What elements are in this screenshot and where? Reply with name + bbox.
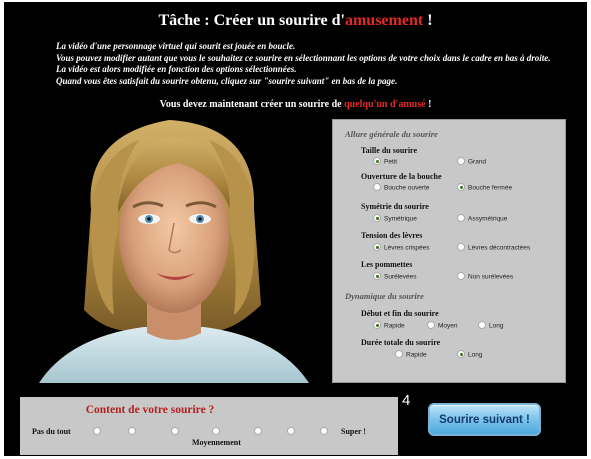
group-debut-fin: Début et fin du sourire [361,309,439,318]
group-pommettes: Les pommettes [361,260,413,269]
option-surelevees[interactable]: Surélevées [373,272,417,281]
radio-button[interactable] [373,321,381,329]
prompt-prefix: Vous devez maintenant créer un sourire d… [159,99,345,110]
rating-point-5[interactable] [254,427,262,435]
smile-options-panel: Allure générale du sourire Taille du sou… [332,119,566,383]
radio-button[interactable] [373,272,381,280]
radio-button[interactable] [373,157,381,165]
rating-low-label: Pas du tout [32,427,71,436]
option-duree-long[interactable]: Long [457,350,483,359]
option-label: Long [468,351,483,359]
radio-button[interactable] [427,321,435,329]
right-pupil [198,217,202,221]
option-debut-long[interactable]: Long [478,321,504,330]
rating-mid-label: Moyennement [192,438,241,447]
option-debut-moyen[interactable]: Moyen [427,321,458,330]
page-title: Tâche : Créer un sourire d'amusement ! [4,12,587,30]
instruction-line: La vidéo est alors modifiée en fonction … [56,64,297,74]
page-number: 4 [402,392,411,409]
satisfaction-rating: Content de votre sourire ? Pas du tout S… [20,397,398,455]
option-label: Non surélevées [468,273,514,281]
option-bouche-fermee[interactable]: Bouche fermée [457,183,513,192]
rating-question: Content de votre sourire ? [85,404,215,416]
option-debut-rapide[interactable]: Rapide [373,321,405,330]
title-prefix: Tâche : Créer un sourire d' [158,12,345,29]
rating-point-3[interactable] [171,427,179,435]
left-pupil [147,217,151,221]
option-levres-decontractees[interactable]: Lèvres décontractées [457,243,531,252]
rating-point-2[interactable] [128,427,136,435]
group-duree: Durée totale du sourire [361,338,441,347]
option-petit[interactable]: Petit [373,157,398,166]
group-tension: Tension des lèvres [361,231,423,240]
option-assymetrique[interactable]: Assymétrique [457,214,508,223]
radio-button[interactable] [457,214,465,222]
option-label: Rapide [406,351,427,359]
radio-button[interactable] [457,183,465,191]
rating-high-label: Super ! [341,427,366,436]
instructions: La vidéo d'une personnage virtuel qui so… [56,41,586,87]
task-prompt: Vous devez maintenant créer un sourire d… [4,99,587,110]
instruction-line: La vidéo d'une personnage virtuel qui so… [56,41,296,51]
radio-button[interactable] [457,350,465,358]
radio-button[interactable] [457,243,465,251]
radio-button[interactable] [457,272,465,280]
radio-button[interactable] [373,243,381,251]
prompt-suffix: ! [425,99,432,110]
option-label: Petit [384,158,398,166]
task-stage: Tâche : Créer un sourire d'amusement ! L… [4,2,587,456]
instruction-line: Quand vous êtes satisfait du sourire obt… [56,75,398,86]
option-label: Lèvres décontractées [468,244,531,252]
option-label: Symétrique [384,215,417,223]
option-label: Bouche fermée [468,184,513,192]
option-label: Lèvres crispées [384,244,430,252]
option-non-surelevees[interactable]: Non surélevées [457,272,514,281]
radio-button[interactable] [395,350,403,358]
section-dynamique: Dynamique du sourire [345,291,424,301]
rating-point-6[interactable] [287,427,295,435]
title-suffix: ! [423,12,433,29]
option-duree-rapide[interactable]: Rapide [395,350,427,359]
rating-point-1[interactable] [93,427,101,435]
option-label: Moyen [438,322,458,330]
rating-point-7[interactable] [320,427,328,435]
title-highlight: amusement [344,12,424,29]
option-label: Grand [468,158,487,166]
virtual-character-video [39,120,309,383]
radio-button[interactable] [478,321,486,329]
radio-button[interactable] [457,157,465,165]
option-label: Bouche ouverte [384,184,430,192]
option-label: Long [489,322,504,330]
option-grand[interactable]: Grand [457,157,487,166]
group-symetrie: Symétrie du sourire [361,202,429,211]
group-taille: Taille du sourire [361,146,418,155]
radio-button[interactable] [373,214,381,222]
option-label: Rapide [384,322,405,330]
instruction-line: Vous pouvez modifier autant que vous le … [56,52,551,63]
option-symetrique[interactable]: Symétrique [373,214,417,223]
option-label: Surélevées [384,273,417,281]
section-general: Allure générale du sourire [345,129,438,139]
rating-point-4[interactable] [212,427,220,435]
option-bouche-ouverte[interactable]: Bouche ouverte [373,183,430,192]
next-smile-button[interactable]: Sourire suivant ! [428,403,541,436]
option-levres-crispees[interactable]: Lèvres crispées [373,243,430,252]
group-ouverture: Ouverture de la bouche [361,172,442,181]
option-label: Assymétrique [468,215,508,223]
prompt-highlight: quelqu'un d'amusé [344,99,426,110]
radio-button[interactable] [373,183,381,191]
